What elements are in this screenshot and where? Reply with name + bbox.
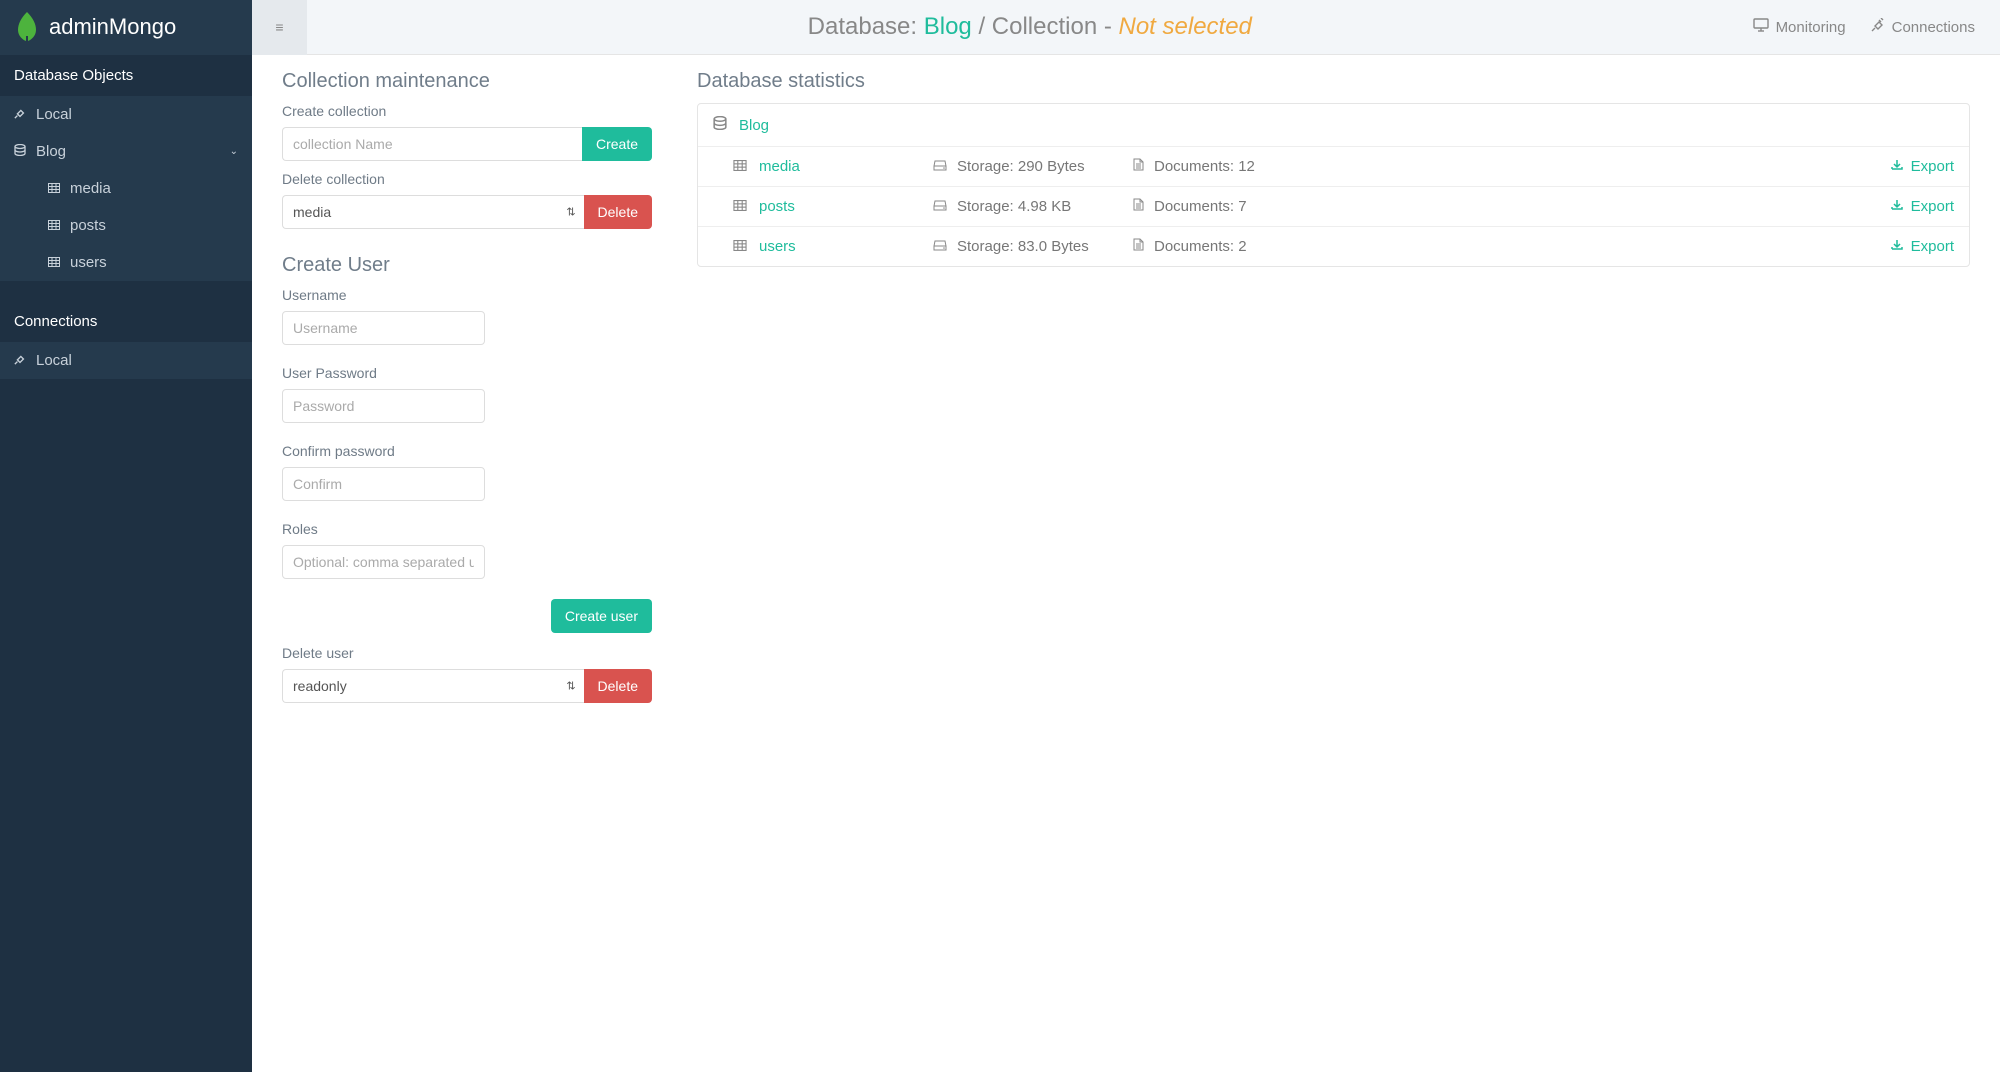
monitoring-label: Monitoring xyxy=(1776,19,1846,36)
export-button[interactable]: Export xyxy=(1891,238,1954,255)
stats-row: media Storage: 290 Bytes Documents: 12 xyxy=(698,146,1969,186)
file-icon xyxy=(1133,158,1144,175)
breadcrumb-db[interactable]: Blog xyxy=(924,13,972,40)
table-icon xyxy=(733,158,747,175)
stats-row: users Storage: 83.0 Bytes Documents: 2 xyxy=(698,226,1969,266)
delete-user-label: Delete user xyxy=(282,645,652,661)
sidebar-item-media[interactable]: media xyxy=(0,170,252,207)
stats-docs: Documents: 2 xyxy=(1154,238,1247,255)
delete-user-button[interactable]: Delete xyxy=(584,669,652,703)
connections-link[interactable]: Connections xyxy=(1871,18,1975,36)
table-icon xyxy=(48,217,60,234)
sidebar-objects-title: Database Objects xyxy=(0,55,252,96)
download-icon xyxy=(1891,158,1903,175)
create-collection-button[interactable]: Create xyxy=(582,127,652,161)
sidebar-toggle-button[interactable]: ≡ xyxy=(252,0,307,55)
password-input[interactable] xyxy=(282,389,485,423)
create-user-button[interactable]: Create user xyxy=(551,599,652,633)
roles-input[interactable] xyxy=(282,545,485,579)
sidebar-local-label: Local xyxy=(36,106,72,123)
create-user-title: Create User xyxy=(282,254,652,277)
sidebar-coll-label: users xyxy=(70,254,107,271)
breadcrumb-prefix: Database: xyxy=(808,13,924,40)
sidebar-coll-label: media xyxy=(70,180,111,197)
stats-row: posts Storage: 4.98 KB Documents: 7 xyxy=(698,186,1969,226)
export-label: Export xyxy=(1911,198,1954,215)
stats-docs: Documents: 12 xyxy=(1154,158,1255,175)
confirm-password-input[interactable] xyxy=(282,467,485,501)
brand[interactable]: adminMongo xyxy=(0,0,252,55)
stats-panel: Blog media Storage: 290 Bytes xyxy=(697,103,1970,267)
delete-collection-label: Delete collection xyxy=(282,171,652,187)
username-label: Username xyxy=(282,287,652,303)
create-collection-label: Create collection xyxy=(282,103,652,119)
stats-docs: Documents: 7 xyxy=(1154,198,1247,215)
stats-db-header[interactable]: Blog xyxy=(698,104,1969,146)
topbar: adminMongo ≡ Database: Blog / Collection… xyxy=(0,0,2000,55)
export-button[interactable]: Export xyxy=(1891,198,1954,215)
file-icon xyxy=(1133,198,1144,215)
export-button[interactable]: Export xyxy=(1891,158,1954,175)
sidebar-item-users[interactable]: users xyxy=(0,244,252,281)
export-label: Export xyxy=(1911,158,1954,175)
monitor-icon xyxy=(1753,18,1769,36)
delete-collection-button[interactable]: Delete xyxy=(584,195,652,229)
brand-text: adminMongo xyxy=(49,14,176,40)
download-icon xyxy=(1891,198,1903,215)
username-input[interactable] xyxy=(282,311,485,345)
delete-collection-select[interactable]: media xyxy=(282,195,584,229)
create-collection-input[interactable] xyxy=(282,127,582,161)
sidebar-conn-local-label: Local xyxy=(36,352,72,369)
stats-db-name: Blog xyxy=(739,117,769,134)
leaf-icon xyxy=(15,12,39,42)
file-icon xyxy=(1133,238,1144,255)
stats-storage: Storage: 290 Bytes xyxy=(957,158,1085,175)
download-icon xyxy=(1891,238,1903,255)
sidebar-coll-label: posts xyxy=(70,217,106,234)
roles-label: Roles xyxy=(282,521,652,537)
db-stats-title: Database statistics xyxy=(697,70,1970,93)
hamburger-icon: ≡ xyxy=(275,19,283,35)
monitoring-link[interactable]: Monitoring xyxy=(1753,18,1846,36)
stats-storage: Storage: 4.98 KB xyxy=(957,198,1071,215)
stats-coll-link[interactable]: media xyxy=(759,158,800,175)
stats-coll-link[interactable]: users xyxy=(759,238,796,255)
collection-maintenance-title: Collection maintenance xyxy=(282,70,652,93)
sidebar-item-blog[interactable]: Blog ⌄ xyxy=(0,133,252,170)
sidebar-item-local[interactable]: Local xyxy=(0,96,252,133)
table-icon xyxy=(48,180,60,197)
breadcrumb-collection: Not selected xyxy=(1119,13,1252,40)
hdd-icon xyxy=(933,198,947,215)
sidebar-conn-local[interactable]: Local xyxy=(0,342,252,379)
table-icon xyxy=(733,238,747,255)
chevron-down-icon: ⌄ xyxy=(230,146,238,157)
sidebar-item-posts[interactable]: posts xyxy=(0,207,252,244)
database-icon xyxy=(713,116,727,134)
delete-user-select[interactable]: readonly xyxy=(282,669,584,703)
sidebar-db-label: Blog xyxy=(36,143,66,160)
confirm-password-label: Confirm password xyxy=(282,443,652,459)
topbar-right: Monitoring Connections xyxy=(1753,18,2000,36)
hdd-icon xyxy=(933,158,947,175)
breadcrumb: Database: Blog / Collection - Not select… xyxy=(307,13,1753,41)
hdd-icon xyxy=(933,238,947,255)
sidebar-connections-title: Connections xyxy=(0,301,252,342)
password-label: User Password xyxy=(282,365,652,381)
table-icon xyxy=(48,254,60,271)
plug-icon xyxy=(14,106,26,123)
connections-label: Connections xyxy=(1892,19,1975,36)
stats-storage: Storage: 83.0 Bytes xyxy=(957,238,1089,255)
database-icon xyxy=(14,143,26,160)
stats-coll-link[interactable]: posts xyxy=(759,198,795,215)
plug-icon xyxy=(14,352,26,369)
plug-icon xyxy=(1871,18,1885,36)
export-label: Export xyxy=(1911,238,1954,255)
breadcrumb-sep: / Collection - xyxy=(972,13,1119,40)
sidebar: Database Objects Local Blog ⌄ media post… xyxy=(0,55,252,1072)
main-content: Collection maintenance Create collection… xyxy=(252,55,2000,1072)
table-icon xyxy=(733,198,747,215)
